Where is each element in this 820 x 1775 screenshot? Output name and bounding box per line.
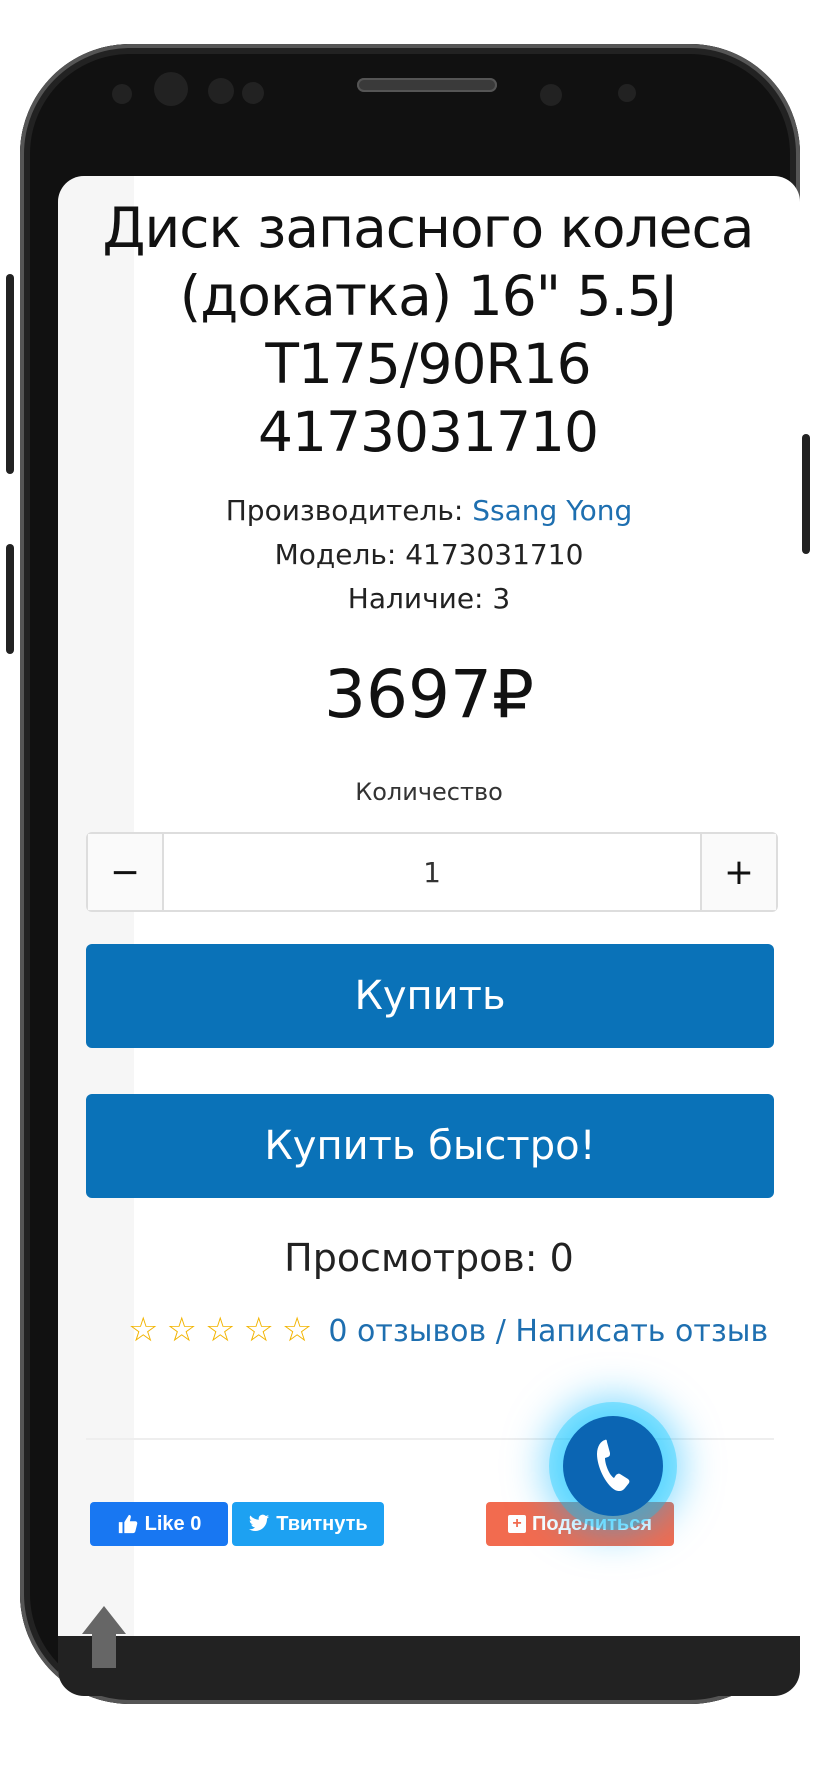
availability-value: 3: [492, 582, 511, 615]
buy-fast-button[interactable]: Купить быстро!: [86, 1094, 774, 1198]
quantity-minus-button[interactable]: −: [88, 834, 164, 910]
phone-frame: Диск запасного колеса (докатка) 16" 5.5J…: [6, 44, 810, 1704]
manufacturer-label: Производитель:: [225, 494, 464, 527]
volume-button: [6, 274, 14, 474]
power-button: [802, 434, 810, 554]
quantity-label: Количество: [355, 778, 503, 806]
manufacturer-line: Производитель: Ssang Yong: [58, 494, 800, 527]
call-button[interactable]: [563, 1416, 663, 1516]
scroll-top-stem: [92, 1634, 116, 1668]
sensor-dot: [208, 78, 234, 104]
manufacturer-link[interactable]: Ssang Yong: [472, 494, 632, 527]
model-label: Модель:: [274, 538, 397, 571]
product-title: Диск запасного колеса (докатка) 16" 5.5J…: [102, 196, 755, 464]
buy-button[interactable]: Купить: [86, 944, 774, 1048]
sensor-dot: [618, 84, 636, 102]
reviews-link[interactable]: 0 отзывов / Написать отзыв: [328, 1314, 768, 1349]
share-button[interactable]: + Поделиться: [486, 1502, 674, 1546]
facebook-like-button[interactable]: Like 0: [90, 1502, 228, 1546]
bixby-button: [6, 544, 14, 654]
phone-call-icon: [597, 1439, 630, 1492]
earpiece-speaker: [357, 78, 497, 92]
divider: [86, 1438, 774, 1440]
plus-share-icon: +: [507, 1515, 526, 1533]
views-counter: Просмотров: 0: [284, 1236, 574, 1280]
tweet-label: Твитнуть: [276, 1512, 368, 1535]
share-label: Поделиться: [531, 1512, 653, 1535]
proximity-sensor: [540, 84, 562, 106]
sensor-dot: [112, 84, 132, 104]
availability-label: Наличие:: [347, 582, 484, 615]
facebook-like-label: Like 0: [144, 1512, 202, 1535]
availability-line: Наличие: 3: [58, 582, 800, 615]
scroll-top-arrow-icon[interactable]: [82, 1606, 126, 1634]
quantity-plus-button[interactable]: +: [700, 834, 776, 910]
twitter-bird-icon: [249, 1514, 270, 1531]
quantity-input[interactable]: 1: [164, 834, 700, 910]
front-camera: [154, 72, 188, 106]
rating-stars[interactable]: ☆☆☆☆☆: [128, 1306, 320, 1354]
quantity-stepper: − 1 +: [86, 832, 778, 912]
model-line: Модель: 4173031710: [58, 538, 800, 571]
rating-block: ☆☆☆☆☆ 0 отзывов / Написать отзыв: [128, 1306, 788, 1356]
thumbs-up-icon: [118, 1514, 137, 1534]
sensor-dot: [242, 82, 264, 104]
product-price: 3697₽: [324, 656, 534, 733]
model-value: 4173031710: [405, 538, 584, 571]
phone-screen: Диск запасного колеса (докатка) 16" 5.5J…: [58, 176, 800, 1696]
tweet-button[interactable]: Твитнуть: [232, 1502, 384, 1546]
bottom-bar: [58, 1636, 800, 1696]
